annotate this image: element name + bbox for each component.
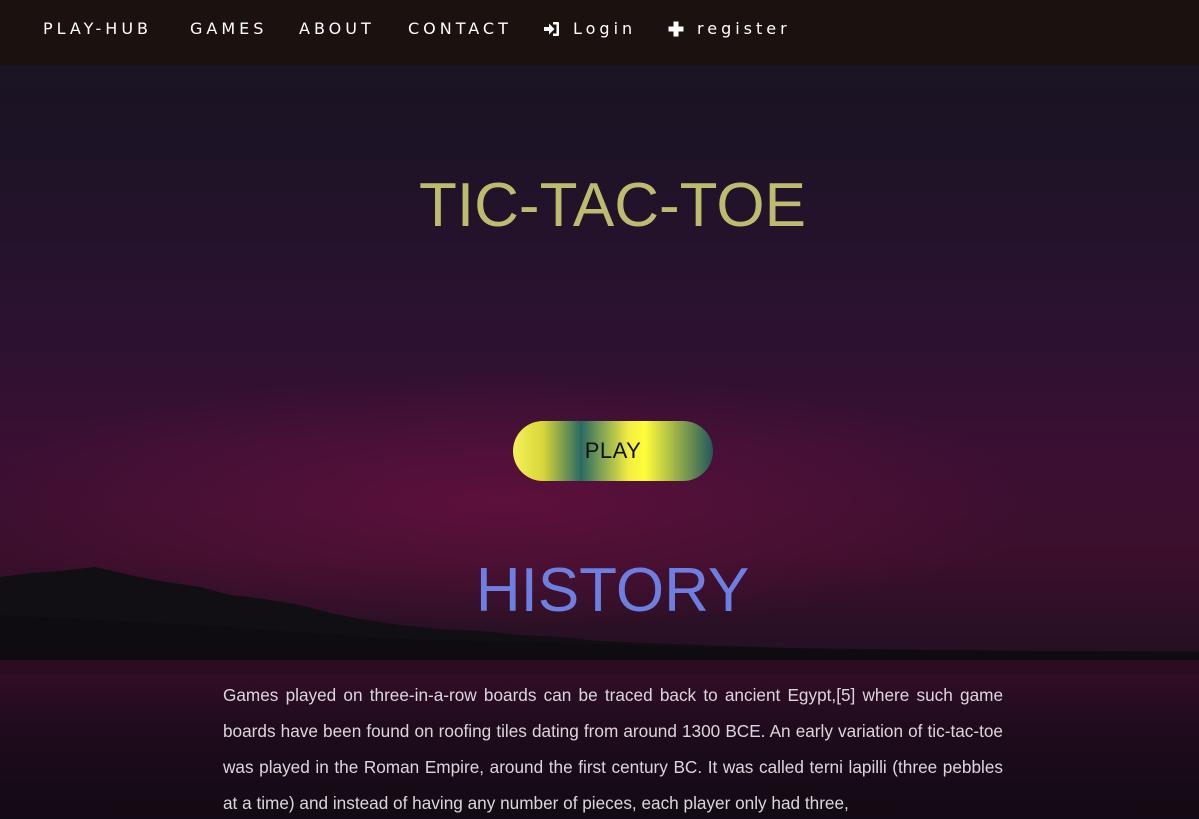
- history-paragraph: Games played on three-in-a-row boards ca…: [223, 685, 1003, 813]
- brand-link[interactable]: PLAY-HUB: [43, 18, 152, 40]
- play-button[interactable]: PLAY: [513, 421, 713, 481]
- history-heading: HISTORY: [475, 556, 750, 625]
- register-label: register: [697, 19, 791, 38]
- page-title: TIC-TAC-TOE: [419, 171, 806, 240]
- nav-register-link[interactable]: register: [667, 18, 791, 40]
- sign-in-icon: [544, 22, 559, 36]
- nav-games-link[interactable]: GAMES: [190, 18, 267, 40]
- login-label: Login: [573, 19, 637, 38]
- top-navbar: PLAY-HUB GAMES ABOUT CONTACT Login regis…: [0, 0, 1199, 65]
- nav-about-link[interactable]: ABOUT: [299, 18, 375, 40]
- nav-login-link[interactable]: Login: [543, 18, 636, 40]
- plus-icon: [668, 21, 684, 37]
- nav-contact-link[interactable]: CONTACT: [408, 18, 512, 40]
